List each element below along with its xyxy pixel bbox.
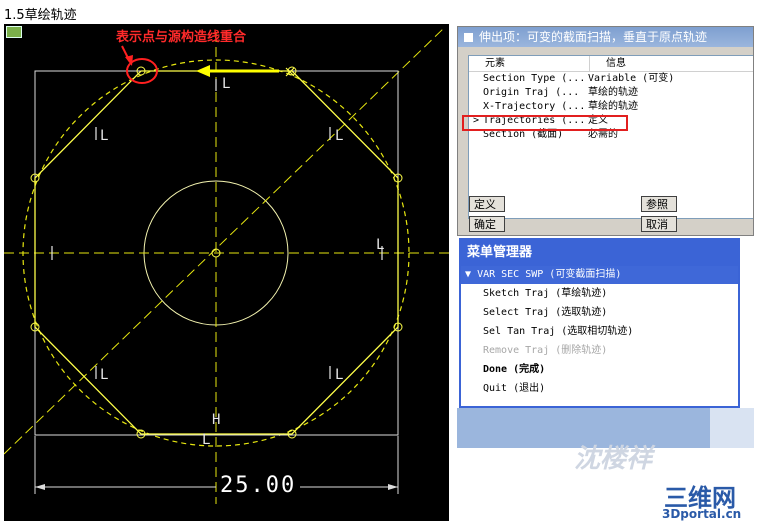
watermark-url: 3Dportal.cn xyxy=(662,507,742,521)
column-header-info: 信息 xyxy=(606,58,626,69)
menu-item-quit[interactable]: Quit (退出) xyxy=(461,379,738,398)
references-button[interactable]: 参照 xyxy=(641,196,677,212)
menu-item-sel-tan-traj[interactable]: Sel Tan Traj (选取相切轨迹) xyxy=(461,322,738,341)
window-icon xyxy=(464,33,473,42)
direction-arrow-head xyxy=(196,65,210,77)
row-marker xyxy=(469,86,483,100)
menu-item-remove-traj: Remove Traj (删除轨迹) xyxy=(483,345,608,356)
dialog-title: 伸出项：可变的截面扫描，垂直于原点轨迹 xyxy=(479,30,708,44)
dimension-value[interactable]: 25.00 xyxy=(220,473,296,498)
submenu-label: VAR SEC SWP (可变截面扫描) xyxy=(477,269,622,280)
menu-manager: 菜单管理器 ▼ VAR SEC SWP (可变截面扫描) Sketch Traj… xyxy=(459,238,740,408)
sketch-canvas[interactable]: L L L L L L H L 表示点与源构造线重合 25.00 xyxy=(4,24,449,521)
sketch-drawing: L L L L L L H L xyxy=(4,27,449,504)
menu-manager-title: 菜单管理器 xyxy=(461,240,738,266)
cancel-button[interactable]: 取消 xyxy=(641,216,677,232)
row-info: 草绘的轨迹 xyxy=(588,87,638,98)
row-element: Origin Traj (... xyxy=(483,87,580,98)
row-element: X-Trajectory (... xyxy=(483,101,586,112)
constraint-L: L xyxy=(335,367,343,383)
row-info: Variable (可变) xyxy=(588,73,675,84)
table-row[interactable]: X-Trajectory (... 草绘的轨迹 xyxy=(469,100,753,114)
submenu-header[interactable]: ▼ VAR SEC SWP (可变截面扫描) xyxy=(461,266,738,284)
menu-item-sketch-traj[interactable]: Sketch Traj (草绘轨迹) xyxy=(461,284,738,303)
constraint-L: L xyxy=(100,367,108,383)
image-icon xyxy=(6,26,22,38)
row-element: Section Type (... xyxy=(483,73,586,84)
constraint-L: L xyxy=(202,432,210,448)
constraint-L: L xyxy=(222,76,230,92)
background-panel xyxy=(710,408,754,448)
menu-item-done[interactable]: Done (完成) xyxy=(461,360,738,379)
row-marker xyxy=(469,72,483,86)
row-marker xyxy=(469,100,483,114)
triangle-down-icon: ▼ xyxy=(465,269,472,280)
constraint-L: L xyxy=(376,237,384,253)
dimension-arrow xyxy=(35,484,45,490)
feature-dialog: 伸出项：可变的截面扫描，垂直于原点轨迹 元素 信息 Section Type (… xyxy=(457,26,754,236)
define-button[interactable]: 定义 xyxy=(469,196,505,212)
table-header: 元素 信息 xyxy=(469,56,753,72)
constraint-L: L xyxy=(100,128,108,144)
watermark-author: 沈楼祥 xyxy=(574,444,653,474)
selection-highlight xyxy=(462,115,628,131)
dimension-arrow xyxy=(388,484,398,490)
ok-button[interactable]: 确定 xyxy=(469,216,505,232)
table-row[interactable]: Section Type (... Variable (可变) xyxy=(469,72,753,86)
column-header-element: 元素 xyxy=(469,56,590,71)
row-info: 草绘的轨迹 xyxy=(588,101,638,112)
constraint-H: H xyxy=(212,412,220,428)
page-title: 1.5草绘轨迹 xyxy=(4,8,77,23)
table-row[interactable]: Origin Traj (... 草绘的轨迹 xyxy=(469,86,753,100)
constraint-L: L xyxy=(335,128,343,144)
annotation-label: 表示点与源构造线重合 xyxy=(116,30,247,45)
element-table: 元素 信息 Section Type (... Variable (可变) Or… xyxy=(468,55,753,219)
menu-item-select-traj[interactable]: Select Traj (选取轨迹) xyxy=(461,303,738,322)
dialog-title-bar: 伸出项：可变的截面扫描，垂直于原点轨迹 xyxy=(458,27,753,47)
